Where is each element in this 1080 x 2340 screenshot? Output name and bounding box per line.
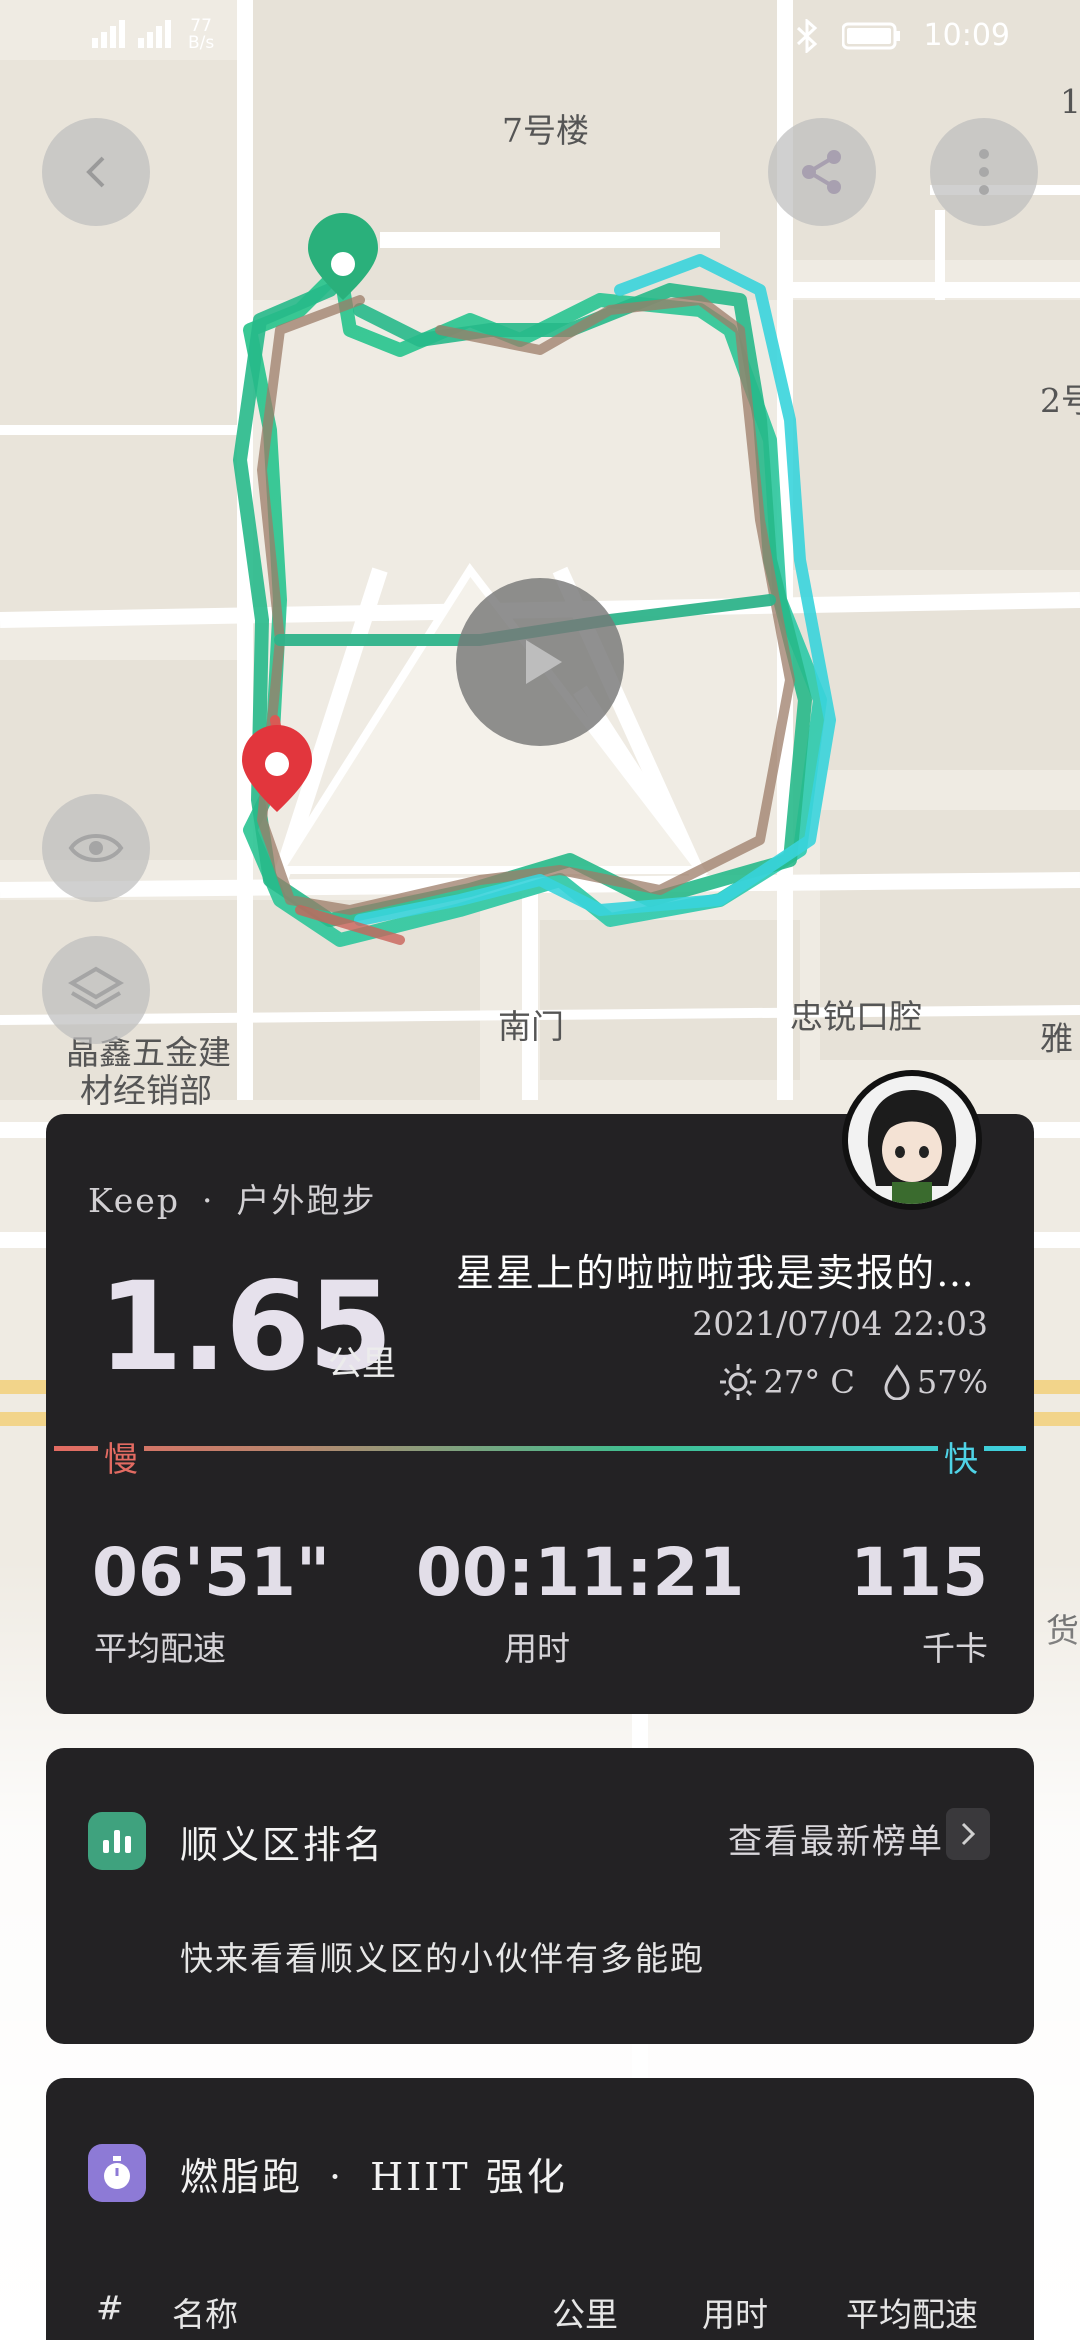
stopwatch-icon <box>88 2144 146 2202</box>
signal-2-icon <box>138 20 171 48</box>
map-label-building-2: 2号 <box>1040 381 1080 420</box>
eye-icon <box>68 834 124 862</box>
battery-icon <box>841 22 900 49</box>
map-label-south-gate: 南门 <box>498 1007 564 1046</box>
calories-value: 115 <box>850 1534 988 1611</box>
distance-unit: 公里 <box>328 1344 396 1384</box>
share-icon <box>802 150 841 194</box>
rank-chart-icon <box>88 1812 146 1870</box>
map-label-building-1: 1 <box>1060 82 1080 121</box>
weather-info: 27° C 57% <box>718 1362 988 1402</box>
calories-label: 千卡 <box>922 1629 988 1668</box>
rank-title: 顺义区排名 <box>180 1823 386 1867</box>
pace-gradient-bar <box>54 1446 1026 1451</box>
more-button[interactable] <box>930 118 1038 226</box>
view-latest-rank-link[interactable]: 查看最新榜单 <box>728 1814 944 1863</box>
map-label-dental: 忠锐口腔 <box>790 997 922 1036</box>
district-rank-card[interactable]: 顺义区排名 查看最新榜单 快来看看顺义区的小伙伴有多能跑 <box>46 1748 1034 2044</box>
avg-pace-value: 06'51" <box>92 1534 331 1611</box>
training-title: 燃脂跑 · HIIT 强化 <box>180 2155 568 2199</box>
play-replay-button[interactable] <box>456 578 624 746</box>
map-layers-button[interactable] <box>42 936 150 1044</box>
humidity-drop-icon <box>884 1364 910 1400</box>
chevron-left-icon <box>86 156 105 188</box>
network-speed: 77 B/s <box>188 16 215 53</box>
humidity: 57% <box>916 1363 988 1401</box>
map-label-building-7: 7号楼 <box>502 111 589 150</box>
temperature: 27° C <box>763 1363 855 1401</box>
avg-pace-label: 平均配速 <box>94 1629 226 1668</box>
play-icon <box>526 640 562 684</box>
username: 星星上的啦啦啦我是卖报的… <box>455 1251 976 1295</box>
col-duration: 用时 <box>702 2295 768 2334</box>
visibility-button[interactable] <box>42 794 150 902</box>
map-label-hardware-2: 材经销部 <box>80 1071 212 1110</box>
col-index: # <box>96 2288 124 2327</box>
status-time: 10:09 <box>923 18 1010 53</box>
activity-type: 户外跑步 <box>236 1181 377 1220</box>
share-button[interactable] <box>768 118 876 226</box>
avatar-image <box>848 1076 976 1204</box>
col-name: 名称 <box>172 2295 238 2334</box>
sun-icon <box>719 1364 756 1400</box>
duration-label: 用时 <box>504 1629 570 1668</box>
duration-value: 00:11:21 <box>416 1534 745 1611</box>
signal-icon <box>92 20 125 48</box>
more-vertical-icon <box>979 149 989 195</box>
fast-label: 快 <box>938 1432 984 1481</box>
map-label-ya: 雅 <box>1040 1019 1073 1058</box>
source-line: Keep · 户外跑步 <box>88 1181 377 1220</box>
run-datetime: 2021/07/04 22:03 <box>692 1304 988 1343</box>
slow-label: 慢 <box>98 1432 144 1481</box>
rank-description: 快来看看顺义区的小伙伴有多能跑 <box>180 1939 705 1978</box>
col-distance: 公里 <box>552 2295 618 2334</box>
layers-icon <box>68 966 124 1010</box>
col-avg-pace: 平均配速 <box>846 2295 978 2334</box>
avatar[interactable] <box>842 1070 982 1210</box>
bluetooth-icon <box>796 18 817 53</box>
training-plan-card[interactable]: 燃脂跑 · HIIT 强化 # 名称 公里 用时 平均配速 <box>46 2078 1034 2340</box>
chevron-right-icon[interactable] <box>946 1808 990 1860</box>
status-bar: 77 B/s 10:09 <box>0 0 1080 80</box>
back-button[interactable] <box>42 118 150 226</box>
source-app: Keep <box>88 1181 180 1220</box>
